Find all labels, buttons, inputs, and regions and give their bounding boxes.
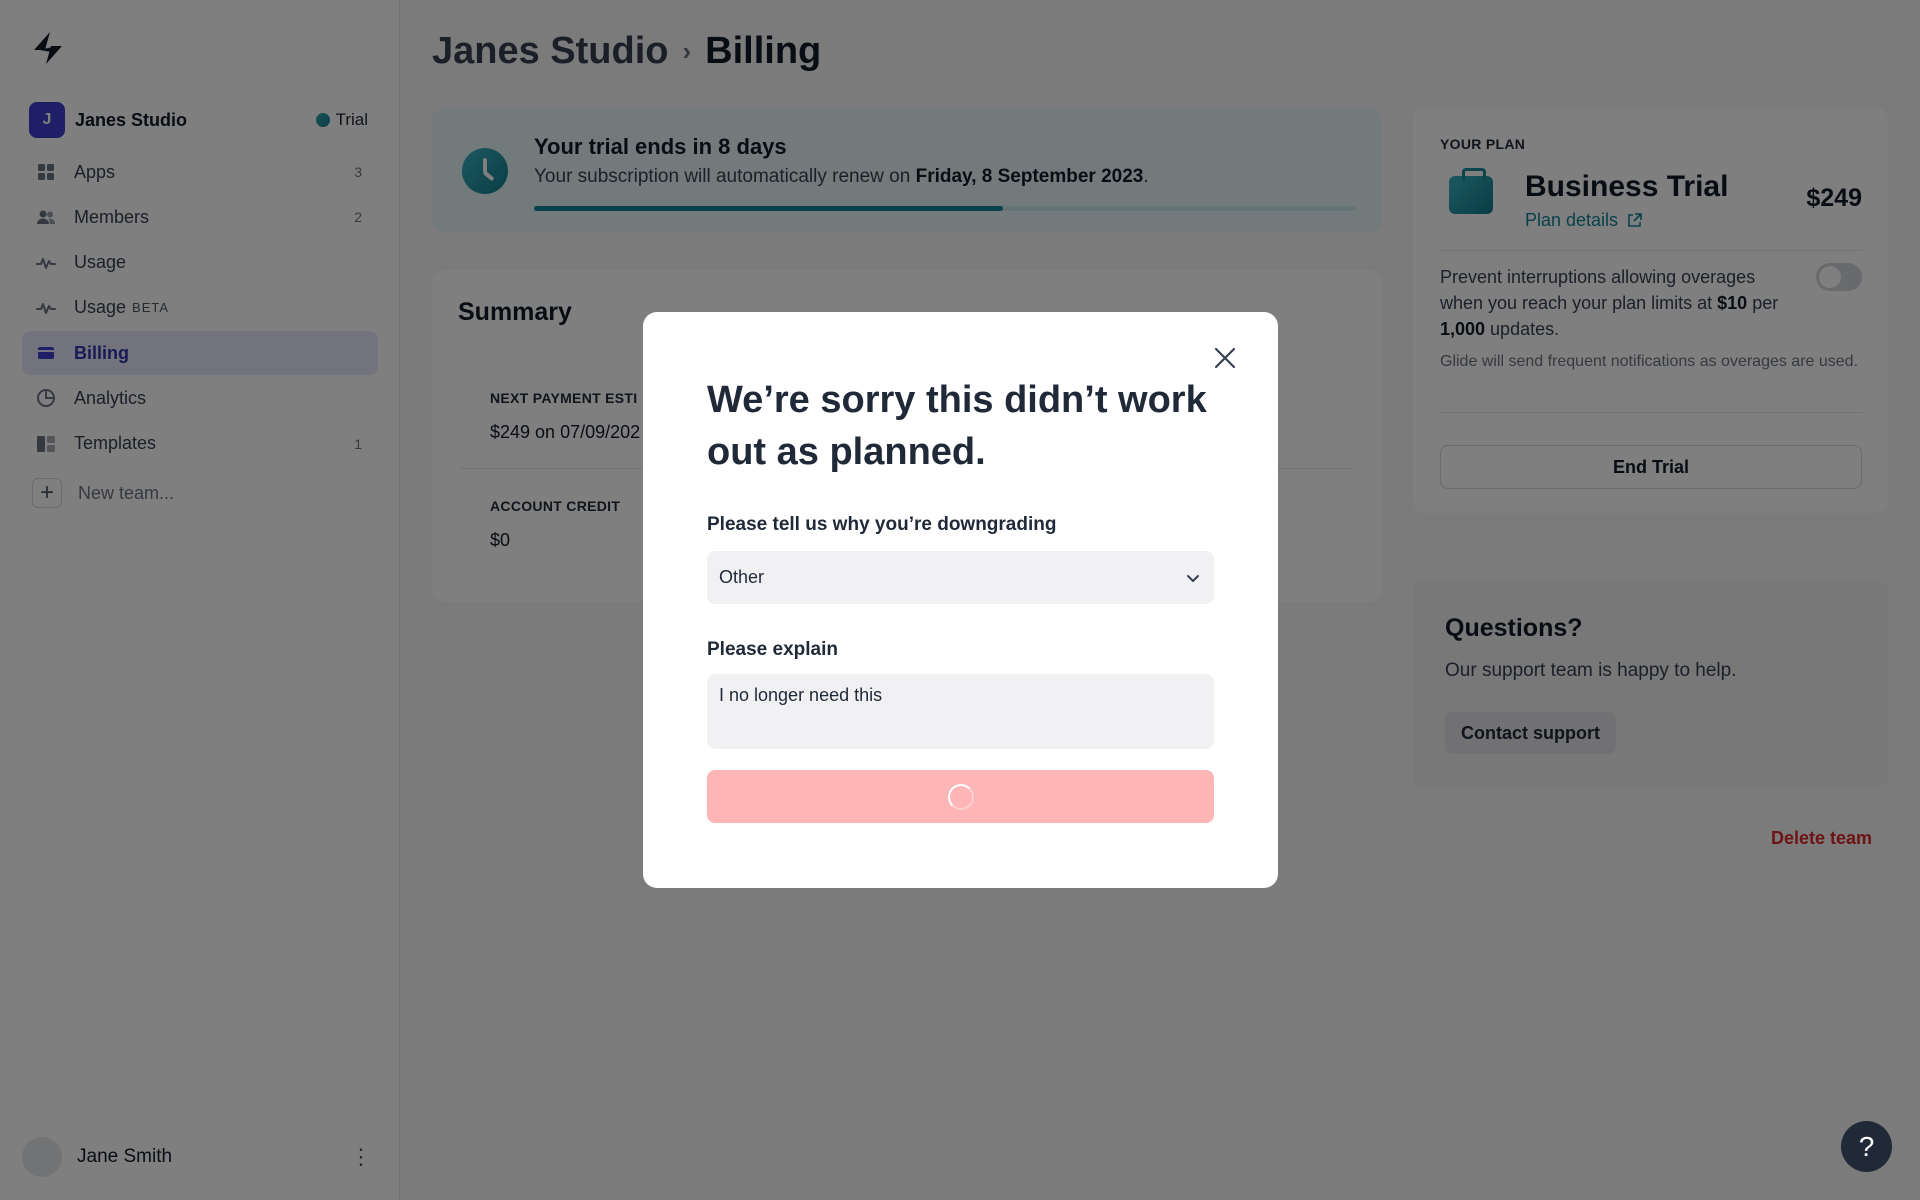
reason-label: Please tell us why you’re downgrading — [707, 514, 1057, 535]
submit-downgrade-button[interactable] — [707, 770, 1214, 823]
explain-textarea[interactable]: I no longer need this — [707, 674, 1214, 749]
reason-select-value: Other — [719, 567, 765, 587]
downgrade-modal: We’re sorry this didn’t work out as plan… — [643, 312, 1278, 888]
modal-title: We’re sorry this didn’t work out as plan… — [707, 379, 1207, 473]
loading-spinner-icon — [947, 783, 974, 810]
help-button[interactable]: ? — [1841, 1121, 1892, 1172]
explain-label: Please explain — [707, 639, 838, 660]
close-icon[interactable] — [1209, 342, 1241, 374]
chevron-down-icon — [1187, 574, 1199, 582]
reason-select[interactable]: Other — [707, 551, 1214, 604]
